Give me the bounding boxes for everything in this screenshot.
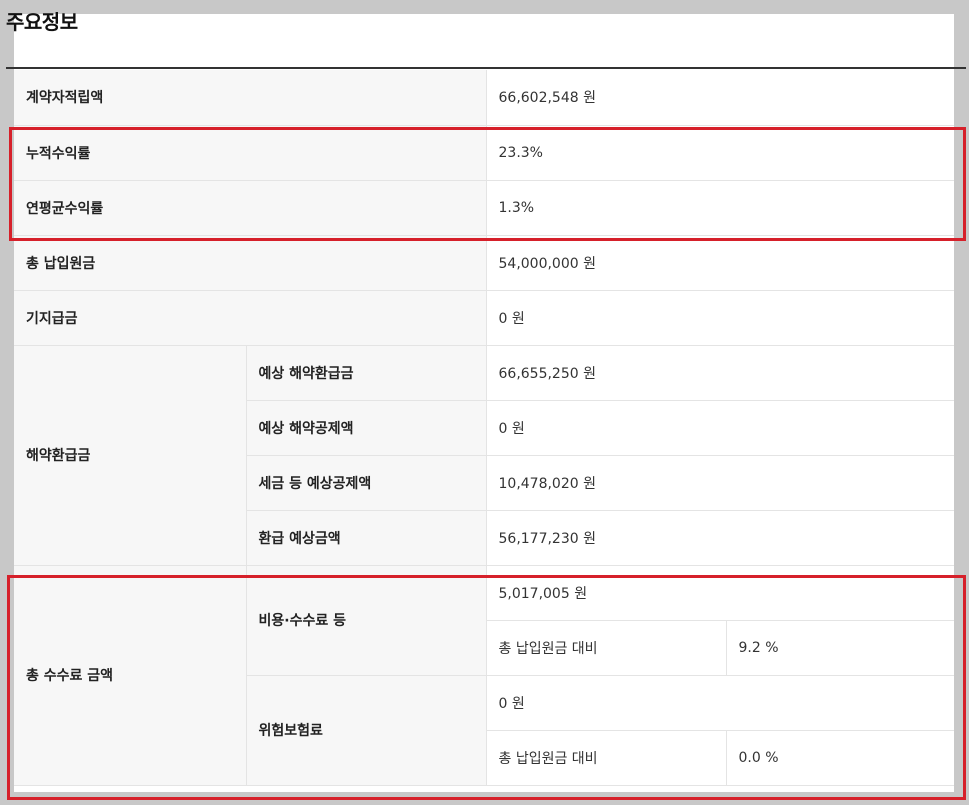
paid-amount-value: 0 원 (485, 290, 954, 346)
surrender-item-label: 세금 등 예상공제액 (245, 455, 486, 511)
table-row: 계약자적립액 66,602,548 원 (14, 70, 954, 126)
contract-reserve-value: 66,602,548 원 (485, 70, 954, 126)
surrender-item-value: 56,177,230 원 (485, 510, 954, 566)
contract-reserve-label: 계약자적립액 (14, 70, 486, 126)
table-row: 해약환급금 예상 해약환급금 66,655,250 원 (14, 345, 954, 566)
surrender-item-value: 10,478,020 원 (485, 455, 954, 511)
fee-highlight-box (7, 575, 966, 800)
return-highlight-box (9, 127, 966, 241)
surrender-item-value: 0 원 (485, 400, 954, 456)
surrender-item-label: 환급 예상금액 (245, 510, 486, 566)
table-row: 총 납입원금 54,000,000 원 (14, 235, 954, 291)
surrender-item-label: 예상 해약공제액 (245, 400, 486, 456)
surrender-label: 해약환급금 (14, 345, 246, 566)
surrender-item-label: 예상 해약환급금 (245, 345, 486, 401)
paid-amount-label: 기지급금 (14, 290, 486, 346)
title-divider (6, 67, 966, 69)
section-title: 주요정보 (6, 10, 78, 34)
table-row: 기지급금 0 원 (14, 290, 954, 346)
total-principal-value: 54,000,000 원 (485, 235, 954, 291)
total-principal-label: 총 납입원금 (14, 235, 486, 291)
surrender-item-value: 66,655,250 원 (485, 345, 954, 401)
